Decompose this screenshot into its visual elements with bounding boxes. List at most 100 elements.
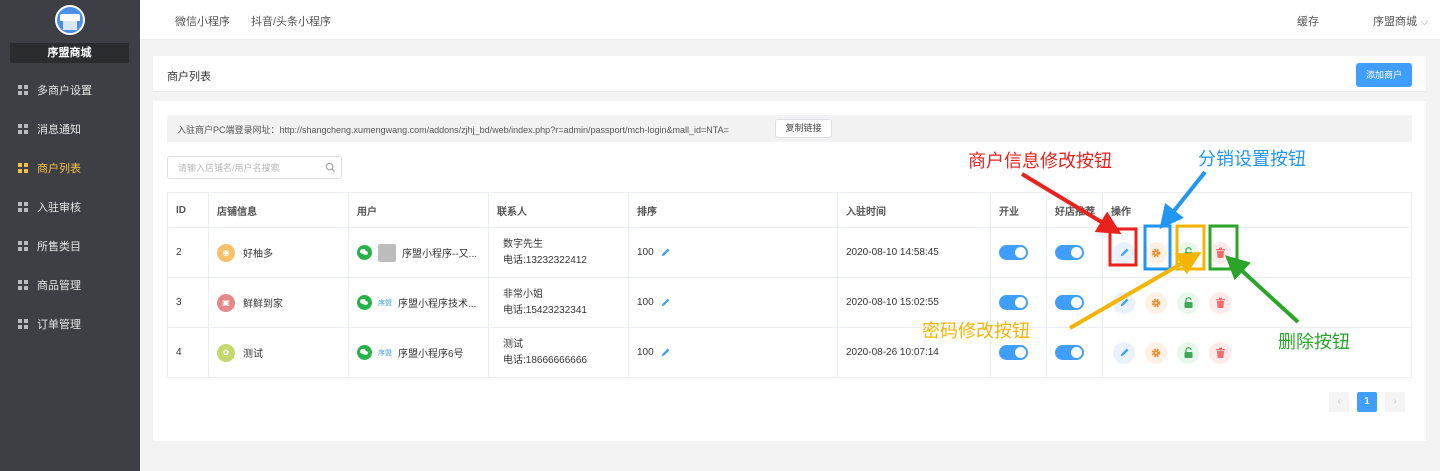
column-header: 排序	[629, 193, 838, 227]
copy-link-button[interactable]: 复制链接	[775, 119, 832, 138]
cell-sort: 100	[629, 328, 838, 377]
open-toggle[interactable]	[999, 245, 1028, 260]
gear-icon	[1151, 248, 1161, 257]
column-header: 好店推荐	[1047, 193, 1103, 227]
tab-douyin-miniprogram[interactable]: 抖音/头条小程序	[251, 13, 331, 29]
password-change-button[interactable]	[1177, 341, 1199, 364]
pencil-icon[interactable]	[660, 297, 671, 308]
add-merchant-button[interactable]: 添加商户	[1356, 63, 1412, 87]
pagination-prev[interactable]: ‹	[1329, 392, 1349, 412]
search-icon[interactable]	[325, 162, 336, 173]
cell-actions	[1103, 328, 1411, 377]
lock-icon	[1184, 346, 1192, 358]
delete-button[interactable]	[1209, 341, 1231, 364]
sort-value: 100	[637, 247, 654, 258]
cell-user: 序盟 序盟小程序6号	[349, 328, 489, 377]
grid-icon	[18, 162, 28, 173]
open-toggle[interactable]	[999, 345, 1028, 360]
sidebar-item-categories[interactable]: 所售类目	[0, 226, 140, 265]
delete-button[interactable]	[1209, 241, 1231, 264]
edit-info-button[interactable]	[1113, 291, 1135, 314]
recommend-toggle[interactable]	[1055, 295, 1084, 310]
user-badge: 序盟	[378, 299, 392, 307]
recommend-toggle[interactable]	[1055, 345, 1084, 360]
column-header: 入驻时间	[838, 193, 991, 227]
contact-phone: 电话:18666666666	[503, 354, 587, 366]
password-change-button[interactable]	[1177, 291, 1199, 314]
column-header: 操作	[1111, 206, 1131, 218]
contact-phone: 电话:13232322412	[503, 254, 587, 266]
lock-icon	[1184, 296, 1192, 308]
table-row: 4 ✿ 测试 序盟 序盟小程序6号 测试 电话:18666666666 100 202…	[168, 328, 1411, 377]
annotation-edit-info-label: 商户信息修改按钮	[968, 151, 1112, 171]
shop-logo	[55, 5, 85, 35]
user-name: 序盟小程序6号	[398, 349, 464, 360]
cell-recommend	[1047, 328, 1103, 377]
store-name: 鲜鲜到家	[243, 299, 283, 310]
user-menu[interactable]: 序盟商城 ⌵	[1373, 13, 1428, 29]
pencil-icon	[1120, 298, 1128, 307]
cell-store: ✿ 测试	[209, 328, 349, 377]
annotation-password-label: 密码修改按钮	[922, 321, 1030, 341]
shop-name: 序盟商城	[10, 43, 129, 63]
grid-icon	[18, 279, 28, 290]
sidebar-item-products[interactable]: 商品管理	[0, 265, 140, 304]
sidebar-item-label: 订单管理	[37, 318, 81, 331]
sort-value: 100	[637, 297, 654, 308]
cell-sort: 100	[629, 228, 838, 277]
cache-link[interactable]: 缓存	[1297, 13, 1319, 29]
tab-wechat-miniprogram[interactable]: 微信小程序	[175, 13, 230, 29]
page-header: 商户列表 添加商户	[153, 56, 1426, 92]
distribution-settings-button[interactable]	[1145, 341, 1167, 364]
cell-actions	[1103, 228, 1411, 277]
sidebar-item-orders[interactable]: 订单管理	[0, 304, 140, 343]
user-name: 序盟商城	[1373, 16, 1417, 28]
cell-contact: 数字先生 电话:13232322412	[489, 228, 629, 277]
pencil-icon	[1120, 348, 1128, 357]
sidebar-item-label: 入驻审核	[37, 201, 81, 214]
sidebar-item-merchant-list[interactable]: 商户列表	[0, 148, 140, 187]
table-row: 2 ◉ 好柚多 序盟小程序--又... 数字先生 电话:13232322412 10…	[168, 228, 1411, 278]
wechat-icon	[357, 295, 372, 310]
edit-info-button[interactable]	[1113, 341, 1135, 364]
open-toggle[interactable]	[999, 295, 1028, 310]
sidebar-item-merchant-settings[interactable]: 多商户设置	[0, 70, 140, 109]
recommend-toggle[interactable]	[1055, 245, 1084, 260]
gear-icon	[1151, 298, 1161, 307]
user-badge: 序盟	[378, 349, 392, 357]
trash-icon	[1215, 297, 1225, 308]
pagination-page-current[interactable]: 1	[1357, 392, 1377, 412]
grid-icon	[18, 240, 28, 251]
sidebar-item-label: 多商户设置	[37, 84, 92, 97]
avatar	[378, 243, 396, 262]
column-header: ID	[168, 193, 209, 227]
pencil-icon	[1120, 248, 1128, 257]
cell-store: ▣ 鲜鲜到家	[209, 278, 349, 327]
cell-id: 4	[168, 328, 209, 377]
pagination-next[interactable]: ›	[1385, 392, 1405, 412]
login-url-bar: 入驻商户PC端登录网址：http://shangcheng.xumengwang…	[167, 115, 1412, 142]
sidebar-item-review[interactable]: 入驻审核	[0, 187, 140, 226]
delete-button[interactable]	[1209, 291, 1231, 314]
sidebar-item-label: 消息通知	[37, 123, 81, 136]
trash-icon	[1215, 247, 1225, 258]
trash-icon	[1215, 347, 1225, 358]
pencil-icon[interactable]	[660, 247, 671, 258]
sidebar-item-label: 所售类目	[37, 240, 81, 253]
wechat-icon	[357, 345, 372, 360]
table-header-row: ID 店铺信息 用户 联系人 排序 入驻时间 开业 好店推荐 操作	[168, 193, 1411, 228]
pencil-icon[interactable]	[660, 347, 671, 358]
cell-contact: 非常小姐 电话:15423232341	[489, 278, 629, 327]
password-change-button[interactable]	[1177, 241, 1199, 264]
edit-info-button[interactable]	[1113, 241, 1135, 264]
cell-time: 2020-08-10 14:58:45	[838, 228, 991, 277]
cell-actions	[1103, 278, 1411, 327]
search-input[interactable]	[178, 161, 318, 175]
sidebar-item-notifications[interactable]: 消息通知	[0, 109, 140, 148]
distribution-settings-button[interactable]	[1145, 241, 1167, 264]
sort-value: 100	[637, 347, 654, 358]
login-url-text: 入驻商户PC端登录网址：http://shangcheng.xumengwang…	[177, 125, 729, 135]
grid-icon	[18, 84, 28, 95]
grid-icon	[18, 318, 28, 329]
distribution-settings-button[interactable]	[1145, 291, 1167, 314]
